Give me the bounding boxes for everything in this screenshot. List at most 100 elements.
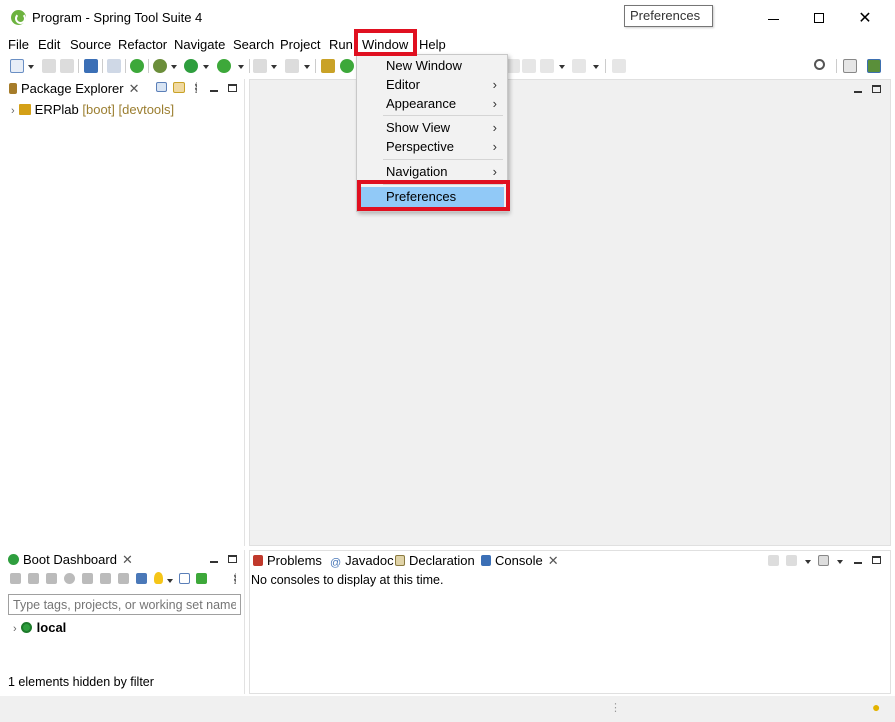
open-console-dropdown-arrow[interactable] <box>837 560 843 564</box>
menu-run[interactable]: Run <box>329 37 353 52</box>
tab-boot-dashboard[interactable]: Boot Dashboard ✕ <box>8 550 133 570</box>
menu-search[interactable]: Search <box>233 37 274 52</box>
submenu-arrow-icon: › <box>492 77 497 92</box>
menu-refactor[interactable]: Refactor <box>118 37 167 52</box>
close-tab-icon[interactable]: ✕ <box>129 79 140 99</box>
new-dropdown-arrow[interactable] <box>28 65 34 69</box>
menu-item-perspective[interactable]: Perspective › <box>361 137 504 157</box>
open-browser-icon[interactable] <box>64 573 75 584</box>
local-tree-item[interactable]: › local <box>13 620 66 635</box>
toolbar-separator <box>605 59 606 73</box>
start-icon[interactable] <box>10 573 21 584</box>
new-class-icon[interactable] <box>340 59 354 73</box>
menu-help[interactable]: Help <box>419 37 446 52</box>
display-console-icon[interactable] <box>786 555 797 566</box>
problems-icon <box>253 555 263 566</box>
edit-icon[interactable] <box>118 573 129 584</box>
run-dropdown-arrow[interactable] <box>203 65 209 69</box>
filter-icon[interactable] <box>179 573 190 584</box>
debug-icon[interactable] <box>28 573 39 584</box>
menu-item-show-view[interactable]: Show View › <box>361 118 504 138</box>
maximize-view-icon[interactable] <box>872 555 881 565</box>
prev-annotation-icon[interactable] <box>506 59 520 73</box>
pin-editor-icon[interactable] <box>612 59 626 73</box>
package-explorer-label: Package Explorer <box>21 81 124 96</box>
menu-source[interactable]: Source <box>70 37 111 52</box>
add-icon[interactable] <box>196 573 207 584</box>
forward-dropdown-arrow[interactable] <box>593 65 599 69</box>
properties-icon[interactable] <box>136 573 147 584</box>
menu-item-new-window[interactable]: New Window <box>361 56 504 76</box>
status-bar: ⋮ ● <box>0 696 895 722</box>
spring-boot-icon[interactable] <box>130 59 144 73</box>
close-tab-icon[interactable]: ✕ <box>548 551 559 571</box>
new-file-icon[interactable] <box>10 59 24 73</box>
menu-item-appearance[interactable]: Appearance › <box>361 94 504 114</box>
spring-perspective-icon[interactable] <box>867 59 881 73</box>
open-console-icon[interactable] <box>818 555 829 566</box>
stop-dropdown-arrow[interactable] <box>271 65 277 69</box>
menu-item-editor[interactable]: Editor › <box>361 75 504 95</box>
save-all-icon[interactable] <box>60 59 74 73</box>
skip-breakpoints-icon[interactable] <box>107 59 121 73</box>
stop-icon[interactable] <box>253 59 267 73</box>
tab-javadoc[interactable]: @ Javadoc <box>330 551 394 571</box>
back-icon[interactable] <box>540 59 554 73</box>
external-tools-dropdown-arrow[interactable] <box>238 65 244 69</box>
menu-project[interactable]: Project <box>280 37 320 52</box>
expand-arrow-icon[interactable]: › <box>11 105 15 117</box>
maximize-button[interactable] <box>796 0 842 36</box>
build-icon[interactable] <box>285 59 299 73</box>
lightbulb-icon[interactable] <box>154 572 163 584</box>
search-icon[interactable] <box>814 59 825 70</box>
menu-bar: File Edit Source Refactor Navigate Searc… <box>0 36 895 54</box>
menu-navigate[interactable]: Navigate <box>174 37 225 52</box>
view-menu-icon[interactable] <box>195 82 198 93</box>
expose-icon[interactable] <box>100 573 111 584</box>
maximize-view-icon[interactable] <box>228 83 237 93</box>
back-dropdown-arrow[interactable] <box>559 65 565 69</box>
console-icon[interactable] <box>82 573 93 584</box>
tab-problems[interactable]: Problems <box>253 551 322 571</box>
tab-package-explorer[interactable]: Package Explorer ✕ <box>9 79 140 99</box>
display-console-dropdown-arrow[interactable] <box>805 560 811 564</box>
minimize-editor-icon[interactable] <box>854 84 862 94</box>
minimize-view-icon[interactable] <box>854 555 862 565</box>
next-annotation-icon[interactable] <box>522 59 536 73</box>
debug-dropdown-arrow[interactable] <box>171 65 177 69</box>
external-tools-icon[interactable] <box>217 59 231 73</box>
link-with-editor-icon[interactable] <box>173 82 185 93</box>
expand-arrow-icon[interactable]: › <box>13 623 17 635</box>
project-tree-item[interactable]: › ERPlab [boot] [devtools] <box>11 102 174 117</box>
menu-item-navigation[interactable]: Navigation › <box>361 162 504 182</box>
save-icon[interactable] <box>42 59 56 73</box>
toolbar-separator <box>249 59 250 73</box>
run-icon[interactable] <box>184 59 198 73</box>
minimize-view-icon[interactable] <box>210 83 218 93</box>
tab-console[interactable]: Console ✕ <box>481 551 559 571</box>
close-tab-icon[interactable]: ✕ <box>122 550 133 570</box>
maximize-editor-icon[interactable] <box>872 84 881 94</box>
console-message: No consoles to display at this time. <box>251 573 444 587</box>
maximize-view-icon[interactable] <box>228 554 237 564</box>
menu-file[interactable]: File <box>8 37 29 52</box>
open-perspective-icon[interactable] <box>843 59 857 73</box>
pin-console-icon[interactable] <box>768 555 779 566</box>
lightbulb-icon[interactable]: ● <box>872 699 880 715</box>
boot-filter-input[interactable] <box>8 594 241 615</box>
menu-edit[interactable]: Edit <box>38 37 60 52</box>
minimize-view-icon[interactable] <box>210 554 218 564</box>
collapse-all-icon[interactable] <box>156 82 167 92</box>
stop-icon[interactable] <box>46 573 57 584</box>
view-menu-icon[interactable] <box>234 573 237 584</box>
debug-icon[interactable] <box>153 59 167 73</box>
close-window-button[interactable]: ✕ <box>842 0 888 36</box>
new-package-icon[interactable] <box>321 59 335 73</box>
lightbulb-dropdown-arrow[interactable] <box>167 579 173 583</box>
preferences-tooltip: Preferences <box>624 5 713 27</box>
terminal-icon[interactable] <box>84 59 98 73</box>
tab-declaration[interactable]: Declaration <box>395 551 475 571</box>
build-dropdown-arrow[interactable] <box>304 65 310 69</box>
minimize-button[interactable] <box>750 0 796 36</box>
forward-icon[interactable] <box>572 59 586 73</box>
